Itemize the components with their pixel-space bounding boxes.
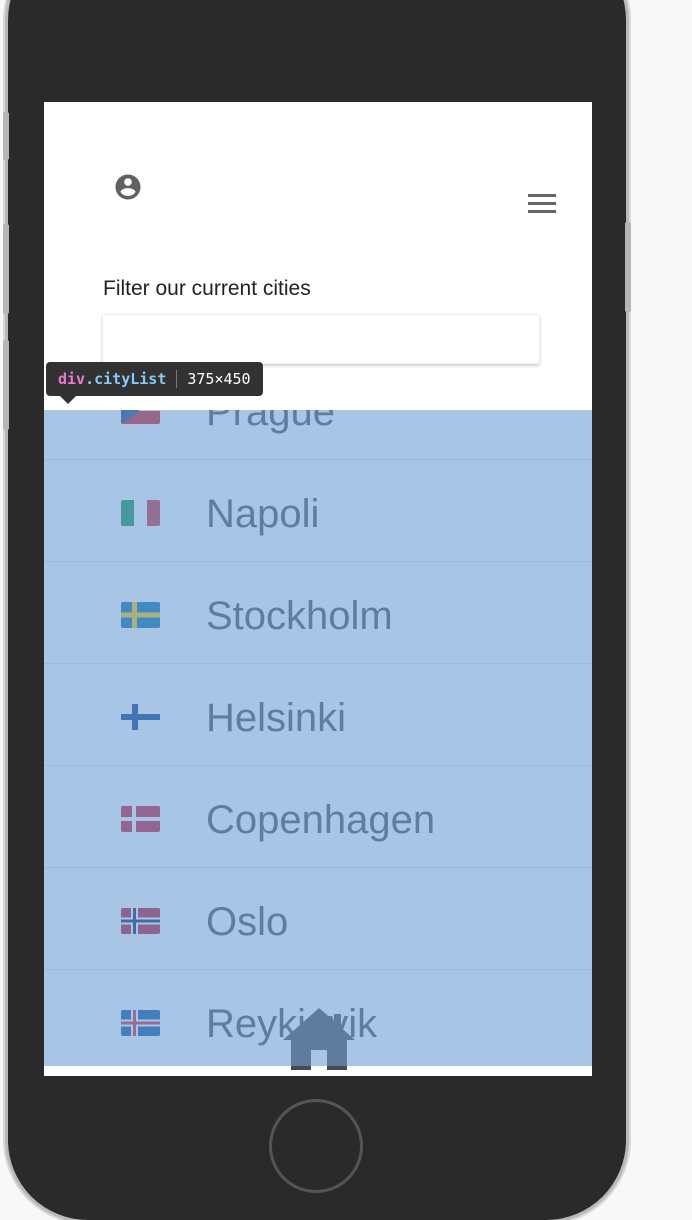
city-item-oslo[interactable]: Oslo <box>44 868 592 970</box>
city-item-copenhagen[interactable]: Copenhagen <box>44 766 592 868</box>
tooltip-size: 375×450 <box>187 370 251 388</box>
sweden-flag-icon <box>121 602 160 628</box>
city-item-helsinki[interactable]: Helsinki <box>44 664 592 766</box>
city-list: Prague Napoli Stockholm Helsinki Copenha… <box>44 410 592 1066</box>
city-name: Napoli <box>206 492 320 536</box>
city-name: Helsinki <box>206 696 347 740</box>
finland-flag-icon <box>121 704 160 730</box>
filter-label: Filter our current cities <box>103 277 311 300</box>
norway-flag-icon <box>121 908 160 934</box>
tooltip-class: .cityList <box>85 370 167 388</box>
city-item-prague[interactable]: Prague <box>44 410 592 460</box>
account-circle-icon[interactable] <box>113 172 143 202</box>
home-icon[interactable] <box>279 1004 359 1074</box>
app-screen: Filter our current cities Prague Napoli <box>44 102 592 1076</box>
hamburger-menu-icon[interactable] <box>528 194 556 216</box>
italy-flag-icon <box>121 500 160 526</box>
power-button <box>625 222 631 312</box>
devtools-inspect-tooltip: div .cityList 375×450 <box>46 362 263 404</box>
tooltip-tag: div <box>58 370 86 388</box>
iceland-flag-icon <box>121 1010 160 1036</box>
city-name: Stockholm <box>206 594 393 638</box>
denmark-flag-icon <box>121 806 160 832</box>
home-button[interactable] <box>269 1099 363 1193</box>
city-item-napoli[interactable]: Napoli <box>44 460 592 562</box>
city-name: Oslo <box>206 900 289 944</box>
city-name: Copenhagen <box>206 798 436 842</box>
volume-up-button <box>3 224 9 314</box>
tooltip-separator <box>176 370 178 388</box>
filter-input[interactable] <box>102 314 540 364</box>
city-name: Prague <box>206 410 335 434</box>
mute-switch <box>3 112 9 160</box>
volume-down-button <box>3 340 9 430</box>
czech-flag-icon <box>121 410 160 424</box>
city-item-stockholm[interactable]: Stockholm <box>44 562 592 664</box>
